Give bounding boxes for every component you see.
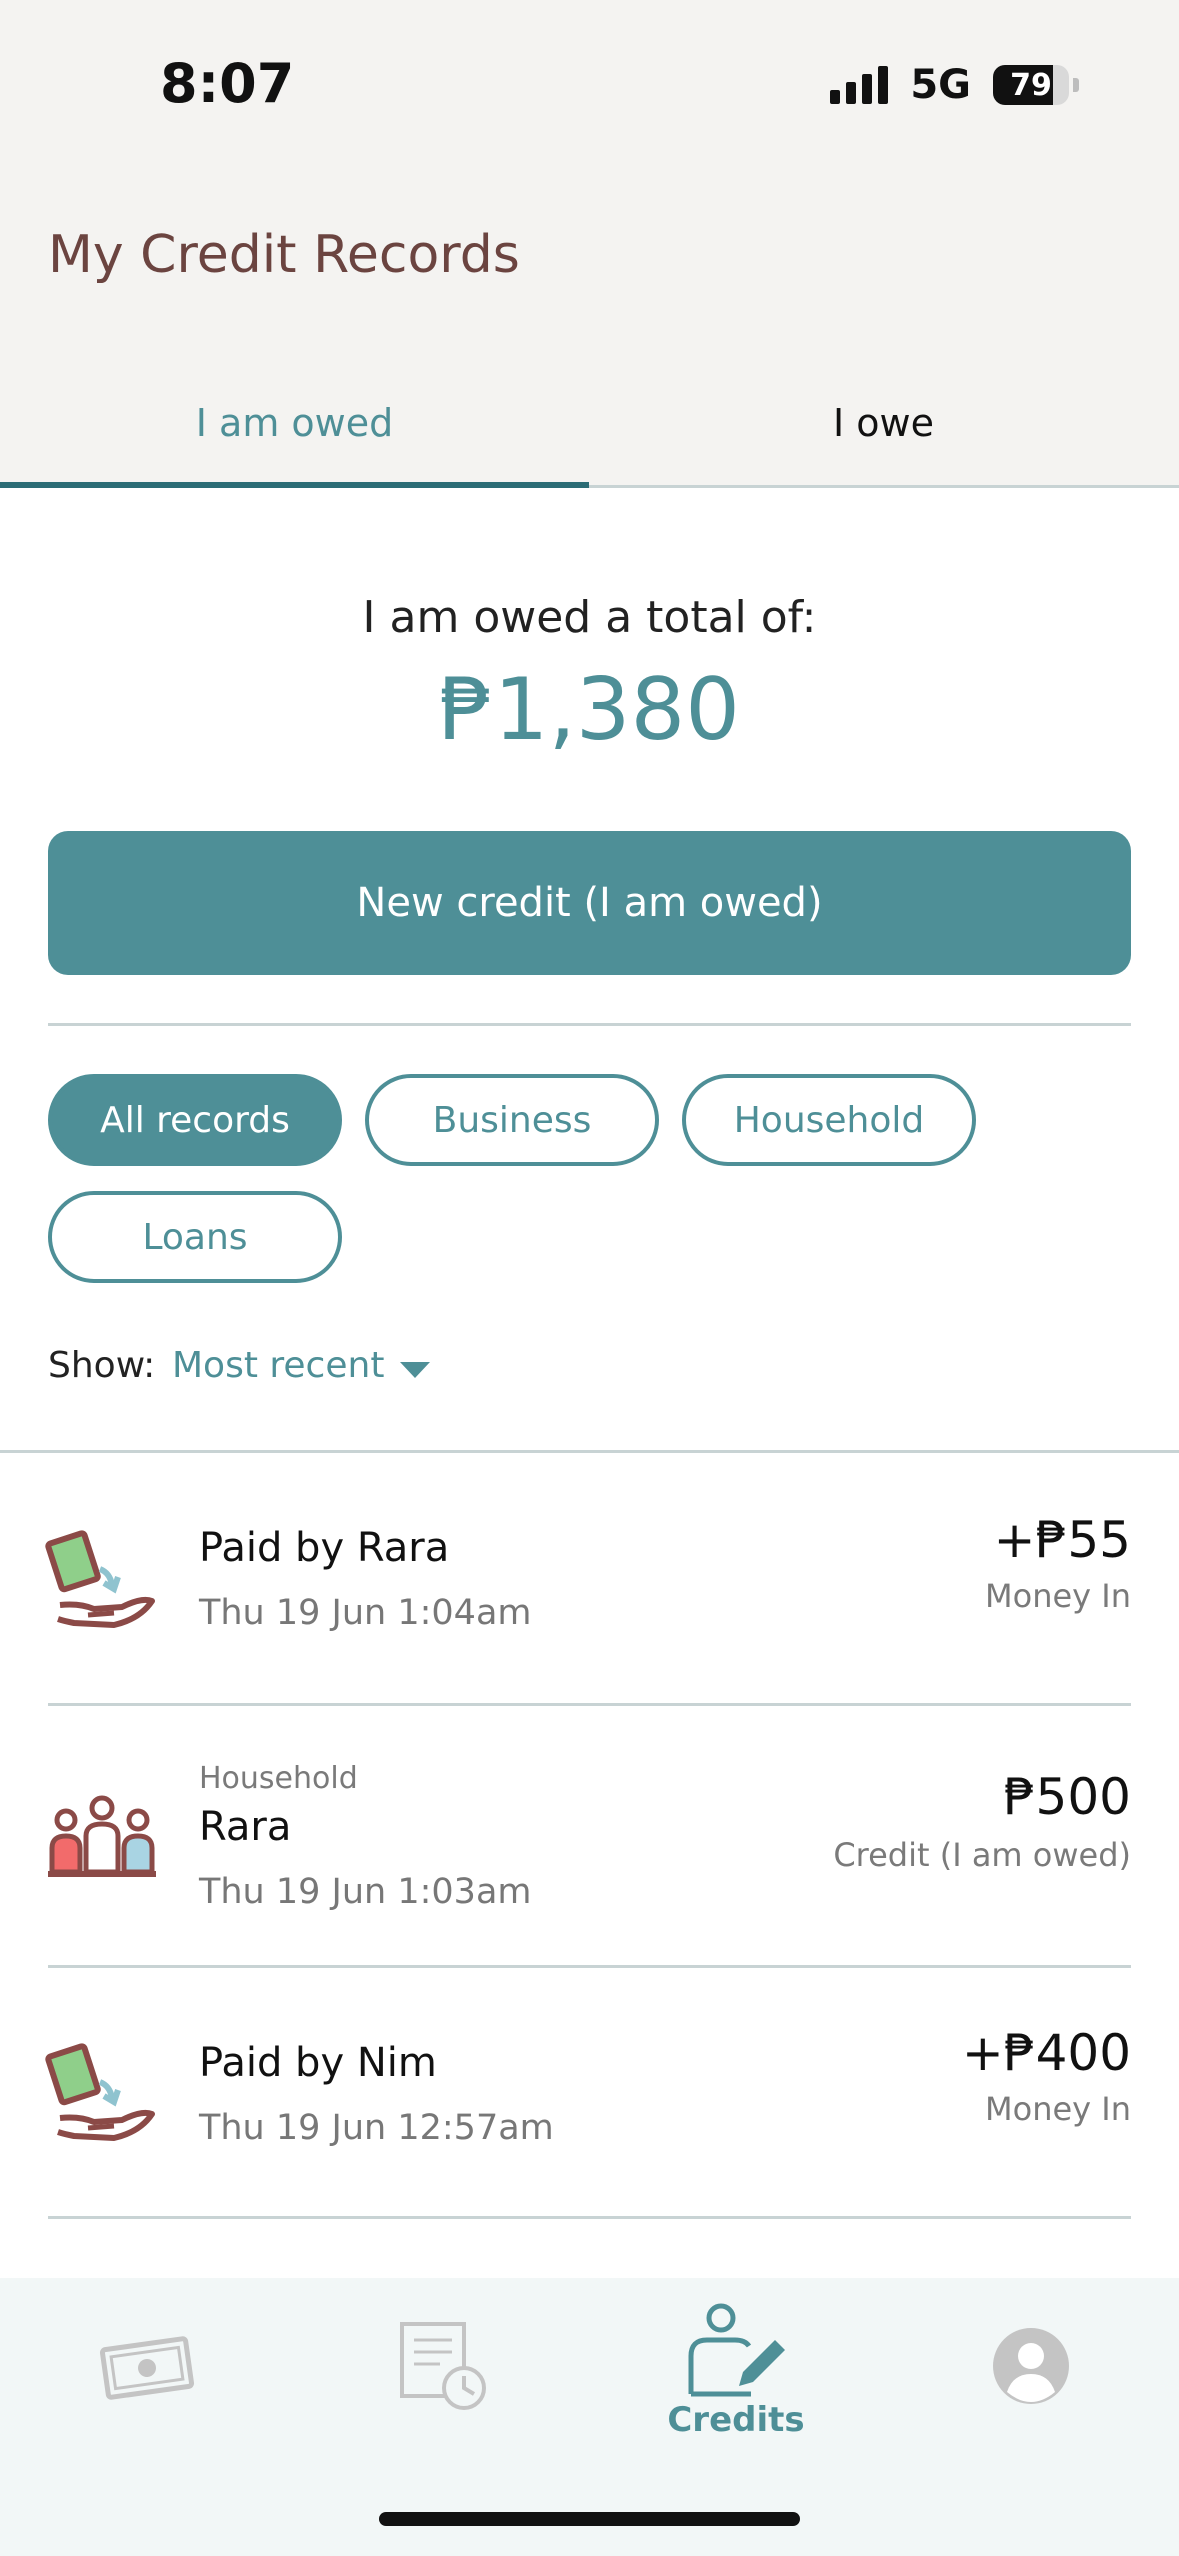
divider (48, 1023, 1131, 1026)
credits-icon (688, 2303, 785, 2397)
history-icon (400, 2322, 486, 2410)
sort-dropdown[interactable]: Most recent (172, 1345, 384, 1386)
active-tab-indicator (0, 482, 589, 488)
filter-chip-household[interactable]: Household (682, 1074, 976, 1166)
network-type: 5G (910, 62, 971, 108)
battery-level: 79 (1010, 67, 1052, 103)
filter-chip-loans[interactable]: Loans (48, 1191, 342, 1283)
household-icon (48, 1795, 156, 1877)
status-indicators: 5G 79 (830, 62, 1079, 108)
tab-i-am-owed[interactable]: I am owed (0, 360, 589, 485)
record-date: Thu 19 Jun 12:57am (199, 2108, 554, 2148)
profile-icon (993, 2328, 1069, 2404)
battery-icon: 79 (993, 65, 1069, 105)
nav-label-credits: Credits (667, 2400, 805, 2440)
tab-i-owe[interactable]: I owe (589, 360, 1178, 485)
nav-item-profile[interactable] (941, 2298, 1121, 2448)
record-type: Money In (985, 1577, 1131, 1615)
sort-label: Show: (48, 1345, 156, 1386)
status-time: 8:07 (160, 52, 295, 115)
row-divider (48, 2216, 1131, 2219)
record-title: Rara (199, 1804, 292, 1850)
money-received-icon (45, 2043, 155, 2141)
list-item[interactable]: Paid by Nim Thu 19 Jun 12:57am +₱400 Mon… (0, 1968, 1179, 2221)
new-credit-button[interactable]: New credit (I am owed) (48, 831, 1131, 975)
list-item[interactable]: Household Rara Thu 19 Jun 1:03am ₱500 Cr… (0, 1706, 1179, 1968)
nav-item-credits[interactable]: Credits (646, 2298, 826, 2448)
nav-item-cash[interactable] (57, 2298, 237, 2448)
record-amount: ₱500 (1003, 1768, 1131, 1826)
record-type: Credit (I am owed) (833, 1836, 1131, 1874)
record-category: Household (199, 1761, 358, 1796)
total-amount: ₱1,380 (439, 660, 740, 760)
top-header-area: 8:07 5G 79 My Credit Records I am owed I… (0, 0, 1179, 488)
record-title: Paid by Nim (199, 2040, 437, 2086)
record-date: Thu 19 Jun 1:03am (199, 1872, 532, 1912)
page-title: My Credit Records (48, 225, 520, 285)
record-amount: +₱55 (993, 1511, 1131, 1569)
nav-item-history[interactable] (352, 2298, 532, 2448)
filter-chip-all-records[interactable]: All records (48, 1074, 342, 1166)
total-label: I am owed a total of: (362, 592, 817, 643)
record-type: Money In (985, 2090, 1131, 2128)
filter-chip-business[interactable]: Business (365, 1074, 659, 1166)
signal-icon (830, 66, 889, 104)
record-title: Paid by Rara (199, 1525, 450, 1571)
chevron-down-icon[interactable] (400, 1362, 430, 1378)
cash-icon (99, 2336, 195, 2400)
home-indicator (379, 2512, 800, 2526)
money-received-icon (45, 1530, 155, 1628)
tab-bar: I am owed I owe (0, 360, 1179, 488)
list-item[interactable]: Paid by Rara Thu 19 Jun 1:04am +₱55 Mone… (0, 1453, 1179, 1706)
record-date: Thu 19 Jun 1:04am (199, 1593, 532, 1633)
record-amount: +₱400 (961, 2024, 1131, 2082)
